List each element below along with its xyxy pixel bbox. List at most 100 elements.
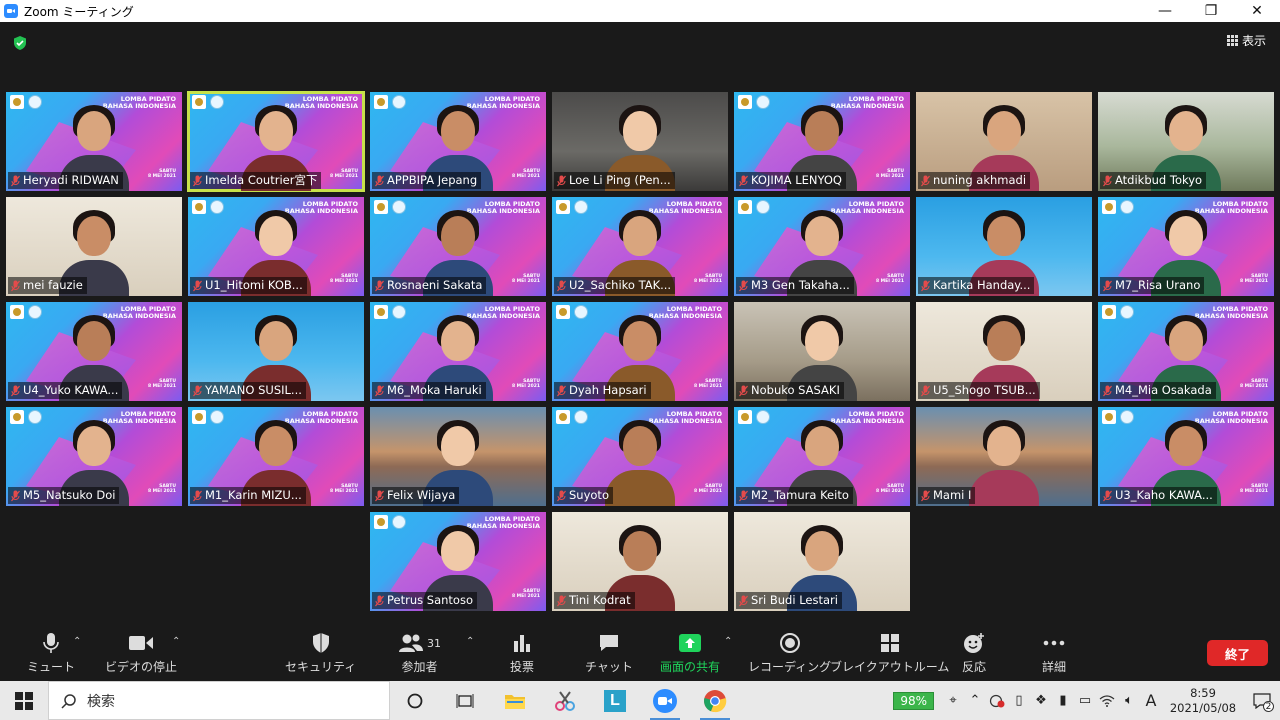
minimize-button[interactable]: — [1142,0,1188,22]
participant-tile[interactable]: Nobuko SASAKI [734,302,910,401]
participant-tile[interactable]: Kartika Handay... [916,197,1092,296]
zoom-taskbar-button[interactable] [640,681,690,720]
participant-tile[interactable]: LOMBA PIDATO BAHASA INDONESIA SABTU 8 MEI 2… [734,407,910,506]
notification-center-button[interactable]: 2 [1244,681,1280,720]
participant-tile[interactable]: LOMBA PIDATO BAHASA INDONESIA SABTU 8 MEI 2… [188,197,364,296]
zoom-icon [653,688,677,713]
mouse-icon[interactable]: ⌖ [942,681,964,720]
participant-tile[interactable]: LOMBA PIDATO BAHASA INDONESIA SABTU 8 MEI 2… [187,91,365,192]
garuda-logo-icon [556,200,570,214]
muted-mic-icon [739,490,748,501]
start-button[interactable] [0,681,48,720]
garuda-logo-icon [192,410,206,424]
poll-button[interactable]: 投票 [510,632,534,675]
participant-tile[interactable]: LOMBA PIDATO BAHASA INDONESIA SABTU 8 MEI 2… [6,407,182,506]
muted-mic-icon [557,175,566,186]
banner-date: SABTU 8 MEI 2021 [148,379,176,389]
banner-date-text: 8 MEI 2021 [147,489,176,494]
participants-button[interactable]: 31 参加者 [398,632,441,675]
participant-tile[interactable]: LOMBA PIDATO BAHASA INDONESIA SABTU 8 MEI 2… [370,92,546,191]
record-button[interactable]: レコーディング [748,632,831,675]
globe-logo-icon [28,410,42,424]
close-button[interactable]: ✕ [1234,0,1280,22]
windows-logo-icon [15,691,33,710]
participant-tile[interactable]: LOMBA PIDATO BAHASA INDONESIA SABTU 8 MEI 2… [734,197,910,296]
participant-tile[interactable]: LOMBA PIDATO BAHASA INDONESIA SABTU 8 MEI 2… [1098,302,1274,401]
participant-name-tag: nuning akhmadi [918,172,1031,189]
view-toggle-button[interactable]: 表示 [1226,32,1266,49]
encryption-shield-icon[interactable] [12,35,28,51]
garuda-logo-icon [738,95,752,109]
participant-tile[interactable]: Felix Wijaya [370,407,546,506]
participant-tile[interactable]: LOMBA PIDATO BAHASA INDONESIA SABTU 8 MEI 2… [6,302,182,401]
video-camera-icon [128,632,154,654]
share-options-caret[interactable]: ⌃ [724,636,732,647]
participant-tile[interactable]: LOMBA PIDATO BAHASA INDONESIA SABTU 8 MEI 2… [1098,197,1274,296]
muted-mic-icon [739,280,748,291]
phone-icon[interactable]: ▮ [1052,681,1074,720]
breakout-rooms-label: ブレイクアウトルーム [830,660,950,674]
taskbar-search[interactable]: 検索 [48,681,390,720]
wifi-icon[interactable] [1096,681,1118,720]
more-button[interactable]: 詳細 [1042,632,1066,675]
muted-mic-icon [193,175,202,186]
chrome-taskbar-button[interactable] [690,681,740,720]
participant-tile[interactable]: LOMBA PIDATO BAHASA INDONESIA SABTU 8 MEI 2… [370,197,546,296]
video-options-caret[interactable]: ⌃ [172,636,180,647]
volume-icon[interactable]: 🔈︎ [1118,681,1140,720]
participant-name-tag: U4_Yuko KAWA... [8,382,123,399]
participant-tile[interactable]: Atdikbud Tokyo [1098,92,1274,191]
participant-tile[interactable]: LOMBA PIDATO BAHASA INDONESIA SABTU 8 MEI 2… [370,512,546,611]
chat-button[interactable]: チャット [585,632,633,675]
participant-tile[interactable]: LOMBA PIDATO BAHASA INDONESIA SABTU 8 MEI 2… [188,407,364,506]
banner-date-text: 8 MEI 2021 [329,174,358,179]
ime-indicator[interactable]: A [1140,681,1162,720]
participant-tile[interactable]: LOMBA PIDATO BAHASA INDONESIA SABTU 8 MEI 2… [370,302,546,401]
battery-status-icon[interactable]: ▭ [1074,681,1096,720]
globe-logo-icon [392,515,406,529]
participant-tile[interactable]: Mami I [916,407,1092,506]
participant-name: Heryadi RIDWAN [23,173,119,187]
file-explorer-button[interactable] [490,681,540,720]
garuda-logo-icon [10,410,24,424]
participant-tile[interactable]: LOMBA PIDATO BAHASA INDONESIA SABTU 8 MEI 2… [552,197,728,296]
banner-date-text: 8 MEI 2021 [875,489,904,494]
participant-name: U2_Sachiko TAK... [569,278,672,292]
participant-tile[interactable]: mei fauzie [6,197,182,296]
battery-indicator[interactable]: 98% [893,691,934,710]
cortana-button[interactable] [390,681,440,720]
participant-tile[interactable]: U5_Shogo TSUB... [916,302,1092,401]
snip-sketch-button[interactable] [540,681,590,720]
stop-video-button[interactable]: ビデオの停止 [105,632,177,675]
breakout-rooms-button[interactable]: ブレイクアウトルーム [830,632,949,675]
reactions-button[interactable]: 反応 [962,632,986,675]
participant-tile[interactable]: Loe Li Ping (Pen... [552,92,728,191]
security-button[interactable]: セキュリティ [285,632,356,675]
participant-tile[interactable]: Sri Budi Lestari [734,512,910,611]
dropbox-icon[interactable]: ❖ [1030,681,1052,720]
system-clock[interactable]: 8:59 2021/05/08 [1162,686,1244,716]
device-icon[interactable]: ▯ [1008,681,1030,720]
banner-date: SABTU 8 MEI 2021 [876,169,904,179]
participant-tile[interactable]: LOMBA PIDATO BAHASA INDONESIA SABTU 8 MEI 2… [552,407,728,506]
lino-app-button[interactable]: L [590,681,640,720]
audio-options-caret[interactable]: ⌃ [73,636,81,647]
share-screen-button[interactable]: 画面の共有 [660,632,720,675]
restore-button[interactable]: ❐ [1188,0,1234,22]
show-hidden-icons-chevron-icon[interactable]: ⌃ [964,681,986,720]
participants-options-caret[interactable]: ⌃ [466,636,474,647]
banner-date-text: 8 MEI 2021 [511,384,540,389]
task-view-button[interactable] [440,681,490,720]
participant-tile[interactable]: Tini Kodrat [552,512,728,611]
end-meeting-button[interactable]: 終了 [1207,640,1268,666]
mute-button[interactable]: ミュート [27,632,75,675]
participant-tile[interactable]: LOMBA PIDATO BAHASA INDONESIA SABTU 8 MEI 2… [6,92,182,191]
participant-name: Sri Budi Lestari [751,593,838,607]
network-error-icon[interactable] [986,681,1008,720]
participant-tile[interactable]: LOMBA PIDATO BAHASA INDONESIA SABTU 8 MEI 2… [552,302,728,401]
participant-tile[interactable]: nuning akhmadi [916,92,1092,191]
participant-tile[interactable]: LOMBA PIDATO BAHASA INDONESIA SABTU 8 MEI 2… [1098,407,1274,506]
garuda-logo-icon [1102,200,1116,214]
participant-tile[interactable]: LOMBA PIDATO BAHASA INDONESIA SABTU 8 MEI 2… [734,92,910,191]
participant-tile[interactable]: YAMANO SUSIL... [188,302,364,401]
